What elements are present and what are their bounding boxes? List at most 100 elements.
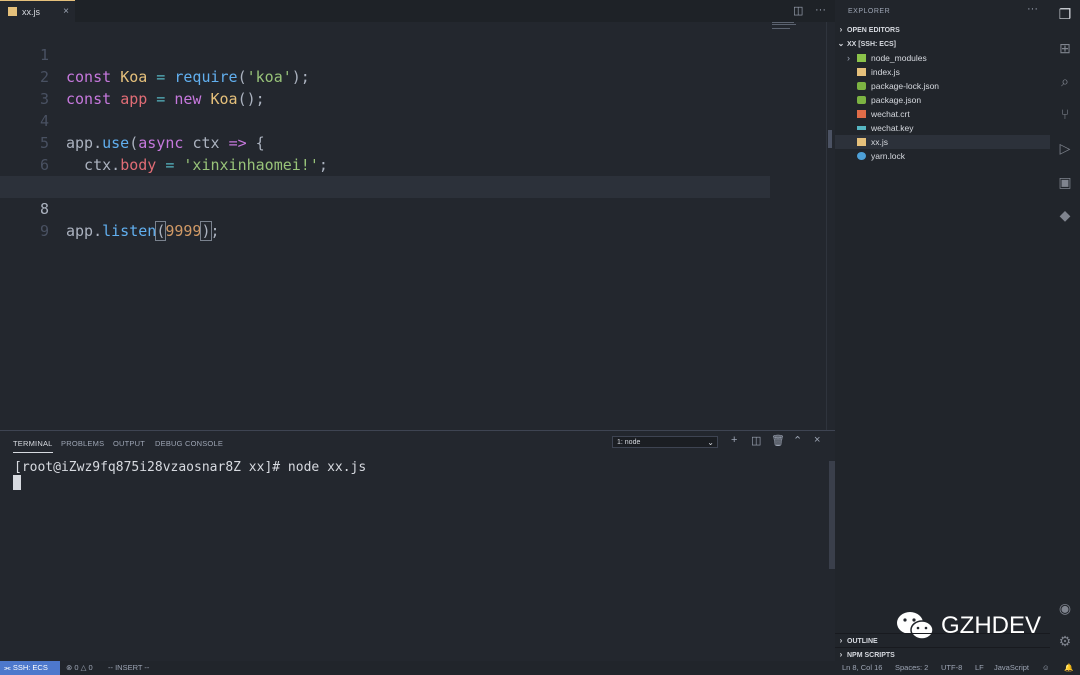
tree-item-package-json[interactable]: package.json: [835, 93, 1050, 107]
docker-icon[interactable]: ◆: [1055, 207, 1075, 227]
warning-icon: △: [80, 663, 87, 672]
code-line[interactable]: 3: [0, 66, 770, 108]
bracket-match: ): [200, 221, 212, 241]
code-token: app: [66, 222, 94, 240]
tab-output[interactable]: OUTPUT: [113, 439, 145, 448]
terminal-cursor: [13, 475, 21, 490]
tree-item-xx-js[interactable]: xx.js: [835, 135, 1050, 149]
file-name: package.json: [871, 95, 922, 105]
tree-item-node-modules[interactable]: › node_modules: [835, 51, 1050, 65]
maximize-panel-icon[interactable]: ⌃: [793, 434, 802, 447]
bottom-panel: TERMINAL PROBLEMS OUTPUT DEBUG CONSOLE 1…: [0, 430, 835, 661]
minimap[interactable]: [772, 22, 827, 34]
section-label: XX [SSH: ECS]: [847, 41, 897, 48]
tree-item-yarn-lock[interactable]: yarn.lock: [835, 149, 1050, 163]
error-icon: ⊗: [66, 663, 73, 672]
code-line[interactable]: 5 ctx.body = 'xinxinhaomei!';: [0, 110, 770, 174]
tree-item-index-js[interactable]: index.js: [835, 65, 1050, 79]
nodejs-icon: [857, 82, 866, 90]
chevron-right-icon: ›: [839, 636, 843, 645]
cursor-position[interactable]: Ln 8, Col 16: [842, 661, 882, 675]
extensions-icon[interactable]: ⊞: [1055, 40, 1075, 60]
section-label: NPM SCRIPTS: [847, 652, 895, 659]
file-name: xx.js: [871, 137, 888, 147]
tab-terminal[interactable]: TERMINAL: [13, 439, 53, 453]
javascript-file-icon: [857, 138, 866, 146]
problems-indicator[interactable]: ⊗ 0 △ 0: [66, 661, 93, 675]
section-npm-scripts[interactable]: › NPM SCRIPTS: [835, 647, 1050, 661]
explorer-icon[interactable]: ❐: [1055, 6, 1075, 26]
close-panel-icon[interactable]: ×: [814, 434, 820, 446]
remote-indicator[interactable]: ⫘ SSH: ECS: [0, 661, 60, 675]
code-token: 9999: [165, 222, 202, 240]
tree-item-wechat-key[interactable]: wechat.key: [835, 121, 1050, 135]
status-bar: ⫘ SSH: ECS ⊗ 0 △ 0 -- INSERT -- Ln 8, Co…: [0, 661, 1080, 675]
tab-debug-console[interactable]: DEBUG CONSOLE: [155, 439, 223, 448]
section-label: OPEN EDITORS: [847, 27, 900, 34]
explorer-title: EXPLORER: [848, 8, 891, 15]
close-icon[interactable]: ×: [63, 6, 69, 17]
remote-explorer-icon[interactable]: ▣: [1055, 174, 1075, 194]
tree-item-wechat-crt[interactable]: wechat.crt: [835, 107, 1050, 121]
remote-label: SSH: ECS: [12, 663, 48, 672]
remote-icon: ⫘: [4, 663, 11, 672]
split-terminal-icon[interactable]: ◫: [751, 434, 761, 447]
trash-icon[interactable]: 🗑: [771, 434, 785, 447]
search-icon[interactable]: ⌕: [1055, 73, 1075, 93]
explorer-sidebar: EXPLORER ··· › OPEN EDITORS ⌄ XX [SSH: ECS…: [835, 0, 1050, 661]
run-debug-icon[interactable]: ▷: [1055, 140, 1075, 160]
chevron-down-icon: ⌄: [707, 438, 714, 447]
feedback-icon[interactable]: ☺: [1042, 661, 1050, 675]
tree-item-package-lock[interactable]: package-lock.json: [835, 79, 1050, 93]
editor-divider: [826, 22, 827, 430]
javascript-file-icon: [8, 7, 17, 16]
editor-scrollbar[interactable]: [828, 130, 832, 148]
nodejs-icon: [857, 96, 866, 104]
code-line[interactable]: 9: [0, 198, 770, 240]
tab-label: xx.js: [22, 6, 40, 17]
account-icon[interactable]: ◉: [1055, 600, 1075, 620]
more-actions-icon[interactable]: ···: [815, 4, 826, 16]
gear-icon[interactable]: ⚙: [1055, 633, 1075, 653]
file-name: index.js: [871, 67, 900, 77]
section-outline[interactable]: › OUTLINE: [835, 633, 1050, 647]
bracket-match: (: [155, 221, 167, 241]
file-name: wechat.key: [871, 123, 914, 133]
notifications-icon[interactable]: 🔔: [1064, 661, 1073, 675]
code-line-current[interactable]: 8 app.listen(9999);: [0, 176, 770, 241]
add-terminal-icon[interactable]: +: [731, 434, 737, 446]
encoding[interactable]: UTF-8: [941, 661, 962, 675]
chevron-down-icon: ⌄: [837, 39, 845, 48]
activity-bar: ❐ ⊞ ⌕ ⑂ ▷ ▣ ◆ ◉ ⚙: [1050, 0, 1080, 661]
end-of-line[interactable]: LF: [975, 661, 984, 675]
code-line[interactable]: 4 app.use(async ctx => {: [0, 88, 770, 152]
certificate-icon: [857, 110, 866, 118]
vim-mode: -- INSERT --: [108, 663, 150, 672]
more-actions-icon[interactable]: ···: [1027, 3, 1038, 15]
section-folder[interactable]: ⌄ XX [SSH: ECS]: [835, 37, 1050, 50]
section-label: OUTLINE: [847, 638, 878, 645]
code-line[interactable]: 1 const Koa = require('koa');: [0, 22, 770, 86]
line-number: 9: [39, 222, 49, 240]
editor-area[interactable]: xx.js × ◫ ··· 1 const Koa = require('koa…: [0, 0, 835, 430]
chevron-right-icon: ›: [839, 650, 843, 659]
code-line[interactable]: 2 const app = new Koa();: [0, 44, 770, 108]
split-editor-icon[interactable]: ◫: [793, 4, 803, 17]
code-line[interactable]: 7: [0, 154, 770, 196]
terminal-output[interactable]: [root@iZwz9fq875i28vzaosnar8Z xx]# node …: [14, 460, 366, 475]
tab-xx-js[interactable]: xx.js ×: [0, 0, 75, 22]
error-count: 0: [74, 663, 79, 672]
section-open-editors[interactable]: › OPEN EDITORS: [835, 23, 1050, 36]
tab-problems[interactable]: PROBLEMS: [61, 439, 104, 448]
file-name: wechat.crt: [871, 109, 910, 119]
source-control-icon[interactable]: ⑂: [1055, 106, 1075, 126]
key-icon: [857, 126, 866, 130]
chevron-right-icon: ›: [847, 53, 850, 63]
code-line[interactable]: 6 });: [0, 132, 770, 196]
code-token: listen: [102, 222, 157, 240]
file-name: package-lock.json: [871, 81, 940, 91]
terminal-select[interactable]: 1: node ⌄: [612, 436, 718, 448]
indentation[interactable]: Spaces: 2: [895, 661, 928, 675]
language-mode[interactable]: JavaScript: [994, 661, 1029, 675]
chevron-right-icon: ›: [839, 25, 843, 34]
